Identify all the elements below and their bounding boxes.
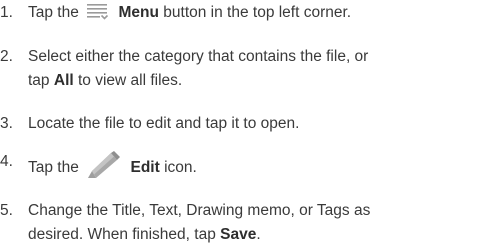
edit-label: Edit (130, 159, 160, 176)
step-number: 1. (0, 4, 13, 21)
step-number: 4. (0, 153, 13, 170)
step-number: 2. (0, 48, 13, 65)
all-label: All (53, 72, 74, 89)
step-text: Tap the (28, 4, 79, 21)
step-number: 3. (0, 115, 13, 132)
save-label: Save (220, 226, 257, 243)
step-text: desired. When finished, tap (28, 226, 216, 243)
pencil-edit-icon (87, 151, 121, 185)
step-text: Locate the file to edit and tap it to op… (28, 115, 300, 132)
step-text: to view all files. (78, 72, 183, 89)
step-number: 5. (0, 202, 13, 219)
step-text: Change the Title, Text, Drawing memo, or… (28, 202, 371, 219)
menu-label: Menu (118, 4, 159, 21)
step-text: Tap the (28, 159, 79, 176)
step-text: tap (28, 72, 50, 89)
step-text: Select either the category that contains… (28, 48, 369, 65)
step-text: button in the top left corner. (163, 4, 352, 21)
step-text: . (256, 226, 261, 243)
menu-icon (86, 3, 110, 27)
step-text: icon. (164, 159, 197, 176)
